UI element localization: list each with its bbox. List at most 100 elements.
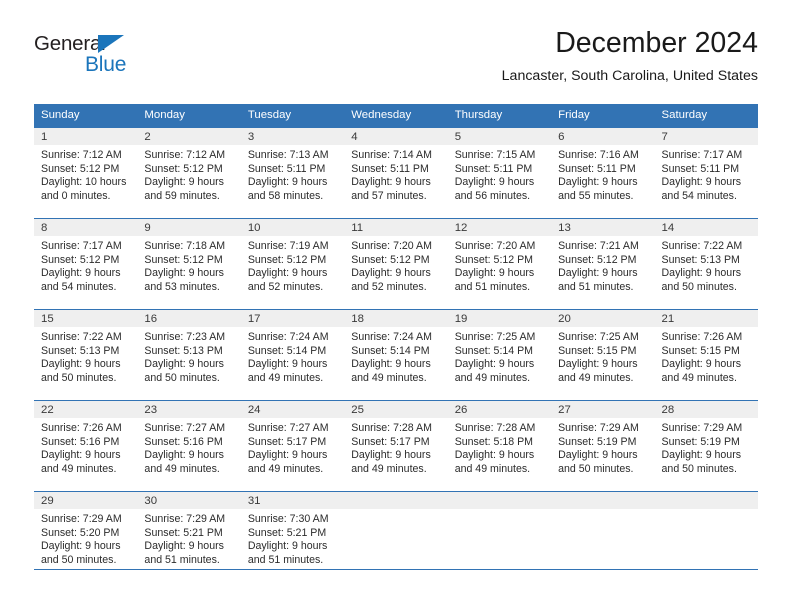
sunset-time: Sunset: 5:11 PM	[351, 162, 429, 175]
day-details: Sunrise: 7:24 AM Sunset: 5:14 PM Daylight:…	[241, 327, 344, 385]
day-details: Sunrise: 7:19 AM Sunset: 5:12 PM Daylight:…	[241, 236, 344, 294]
day-cell-inner: 15 Sunrise: 7:22 AM Sunset: 5:13 PM Dayligh…	[34, 310, 138, 400]
calendar-day-cell[interactable]: 20 Sunrise: 7:25 AM Sunset: 5:15 PM Dayligh…	[551, 309, 655, 401]
calendar-day-cell[interactable]: 25 Sunrise: 7:28 AM Sunset: 5:17 PM Dayligh…	[344, 400, 448, 492]
daylight-duration-line1: Daylight: 9 hours	[144, 176, 224, 189]
day-details: Sunrise: 7:21 AM Sunset: 5:12 PM Daylight:…	[551, 236, 654, 294]
sunrise-time: Sunrise: 7:14 AM	[351, 149, 432, 161]
day-number: 13	[551, 219, 655, 236]
sunset-time: Sunset: 5:17 PM	[351, 435, 430, 448]
calendar-day-cell[interactable]: 15 Sunrise: 7:22 AM Sunset: 5:13 PM Dayligh…	[34, 309, 138, 401]
day-number: 6	[551, 128, 655, 145]
day-details: Sunrise: 7:27 AM Sunset: 5:16 PM Daylight:…	[137, 418, 240, 476]
day-number: 27	[551, 401, 655, 418]
day-number: 28	[654, 401, 758, 418]
calendar-day-cell[interactable]: 12 Sunrise: 7:20 AM Sunset: 5:12 PM Dayligh…	[447, 218, 552, 310]
day-number: 31	[240, 492, 345, 509]
sunrise-time: Sunrise: 7:27 AM	[247, 422, 329, 434]
daylight-duration-line1: Daylight: 9 hours	[41, 267, 121, 280]
daylight-duration-line1: Daylight: 9 hours	[247, 176, 328, 189]
calendar-day-cell[interactable]: 10 Sunrise: 7:19 AM Sunset: 5:12 PM Dayligh…	[240, 218, 345, 310]
daylight-duration-line2: and 50 minutes.	[661, 462, 737, 475]
daylight-duration-line2: and 49 minutes.	[247, 371, 324, 384]
day-number: 5	[447, 128, 552, 145]
sunrise-time: Sunrise: 7:15 AM	[454, 149, 536, 161]
day-details: Sunrise: 7:24 AM Sunset: 5:14 PM Daylight:…	[344, 327, 447, 385]
day-details: Sunrise: 7:12 AM Sunset: 5:12 PM Daylight:…	[34, 145, 137, 203]
calendar-day-cell[interactable]: 11 Sunrise: 7:20 AM Sunset: 5:12 PM Dayligh…	[344, 218, 448, 310]
calendar-day-cell[interactable]: 19 Sunrise: 7:25 AM Sunset: 5:14 PM Dayligh…	[447, 309, 552, 401]
calendar-body: 1 Sunrise: 7:12 AM Sunset: 5:12 PM Daylight…	[34, 127, 758, 582]
calendar-day-cell[interactable]: 17 Sunrise: 7:24 AM Sunset: 5:14 PM Dayligh…	[240, 309, 345, 401]
daylight-duration-line2: and 57 minutes.	[351, 189, 427, 202]
day-cell-inner: 9 Sunrise: 7:18 AM Sunset: 5:12 PM Daylight…	[137, 219, 241, 309]
weekday-header-tuesday: Tuesday	[240, 104, 345, 128]
calendar-day-cell[interactable]: 9 Sunrise: 7:18 AM Sunset: 5:12 PM Daylight…	[137, 218, 241, 310]
calendar-day-cell[interactable]: 5 Sunrise: 7:15 AM Sunset: 5:11 PM Daylight…	[447, 127, 552, 219]
sunset-time: Sunset: 5:12 PM	[144, 162, 223, 175]
day-cell-inner: 5 Sunrise: 7:15 AM Sunset: 5:11 PM Daylight…	[447, 128, 552, 218]
calendar-day-cell[interactable]: 28 Sunrise: 7:29 AM Sunset: 5:19 PM Dayligh…	[654, 400, 758, 492]
logo-text-general: General	[34, 32, 106, 55]
sunset-time: Sunset: 5:13 PM	[41, 344, 120, 357]
daylight-duration-line2: and 51 minutes.	[247, 553, 324, 566]
blue-triangle-icon	[98, 35, 124, 53]
daylight-duration-line1: Daylight: 9 hours	[144, 449, 224, 462]
day-number: 10	[240, 219, 345, 236]
calendar-day-cell[interactable]: 6 Sunrise: 7:16 AM Sunset: 5:11 PM Daylight…	[551, 127, 655, 219]
calendar-day-cell[interactable]: 1 Sunrise: 7:12 AM Sunset: 5:12 PM Daylight…	[34, 127, 138, 219]
calendar-day-cell[interactable]: 8 Sunrise: 7:17 AM Sunset: 5:12 PM Daylight…	[34, 218, 138, 310]
sunrise-time: Sunrise: 7:24 AM	[247, 331, 329, 343]
day-cell-inner: 7 Sunrise: 7:17 AM Sunset: 5:11 PM Daylight…	[654, 128, 758, 218]
calendar-day-cell[interactable]: 3 Sunrise: 7:13 AM Sunset: 5:11 PM Daylight…	[240, 127, 345, 219]
day-number: 14	[654, 219, 758, 236]
daylight-duration-line1: Daylight: 9 hours	[247, 540, 328, 553]
calendar-day-cell[interactable]: 13 Sunrise: 7:21 AM Sunset: 5:12 PM Dayligh…	[551, 218, 655, 310]
daylight-duration-line1: Daylight: 9 hours	[144, 540, 224, 553]
calendar-day-cell[interactable]: 27 Sunrise: 7:29 AM Sunset: 5:19 PM Dayligh…	[551, 400, 655, 492]
sunset-time: Sunset: 5:21 PM	[144, 526, 223, 539]
calendar-day-cell[interactable]: 14 Sunrise: 7:22 AM Sunset: 5:13 PM Dayligh…	[654, 218, 758, 310]
day-details: Sunrise: 7:27 AM Sunset: 5:17 PM Daylight:…	[241, 418, 344, 476]
day-number: 24	[240, 401, 345, 418]
sunset-time: Sunset: 5:13 PM	[144, 344, 223, 357]
daylight-duration-line2: and 52 minutes.	[247, 280, 324, 293]
day-details: Sunrise: 7:22 AM Sunset: 5:13 PM Daylight:…	[34, 327, 137, 385]
day-cell-inner: 20 Sunrise: 7:25 AM Sunset: 5:15 PM Dayligh…	[551, 310, 655, 400]
sunset-time: Sunset: 5:12 PM	[558, 253, 637, 266]
day-details: Sunrise: 7:29 AM Sunset: 5:21 PM Daylight:…	[137, 509, 240, 567]
sunset-time: Sunset: 5:11 PM	[661, 162, 740, 175]
daylight-duration-line1: Daylight: 9 hours	[558, 358, 638, 371]
calendar-day-cell[interactable]: 23 Sunrise: 7:27 AM Sunset: 5:16 PM Dayligh…	[137, 400, 241, 492]
sunrise-time: Sunrise: 7:20 AM	[351, 240, 432, 252]
day-cell-inner: 24 Sunrise: 7:27 AM Sunset: 5:17 PM Dayligh…	[240, 401, 345, 491]
day-number: 12	[447, 219, 552, 236]
daylight-duration-line1: Daylight: 9 hours	[661, 176, 742, 189]
calendar-week-row: 8 Sunrise: 7:17 AM Sunset: 5:12 PM Daylight…	[34, 218, 758, 310]
calendar-day-cell[interactable]: 2 Sunrise: 7:12 AM Sunset: 5:12 PM Daylight…	[137, 127, 241, 219]
calendar-day-cell[interactable]: 22 Sunrise: 7:26 AM Sunset: 5:16 PM Dayligh…	[34, 400, 138, 492]
sunset-time: Sunset: 5:12 PM	[41, 162, 120, 175]
calendar-day-cell[interactable]: 18 Sunrise: 7:24 AM Sunset: 5:14 PM Dayligh…	[344, 309, 448, 401]
general-blue-logo[interactable]: General Blue	[34, 33, 164, 79]
sunrise-time: Sunrise: 7:19 AM	[247, 240, 329, 252]
calendar-day-cell[interactable]: 24 Sunrise: 7:27 AM Sunset: 5:17 PM Dayligh…	[240, 400, 345, 492]
calendar-day-cell[interactable]: 4 Sunrise: 7:14 AM Sunset: 5:11 PM Daylight…	[344, 127, 448, 219]
calendar-day-cell[interactable]: 7 Sunrise: 7:17 AM Sunset: 5:11 PM Daylight…	[654, 127, 758, 219]
calendar-day-cell[interactable]: 21 Sunrise: 7:26 AM Sunset: 5:15 PM Dayligh…	[654, 309, 758, 401]
sunset-time: Sunset: 5:19 PM	[661, 435, 740, 448]
daylight-duration-line1: Daylight: 9 hours	[558, 176, 638, 189]
day-number: 25	[344, 401, 448, 418]
page-header: General Blue December 2024 Lancaster, So…	[0, 0, 792, 84]
day-details: Sunrise: 7:17 AM Sunset: 5:11 PM Daylight:…	[655, 145, 758, 203]
calendar-day-cell[interactable]: 16 Sunrise: 7:23 AM Sunset: 5:13 PM Dayligh…	[137, 309, 241, 401]
day-cell-inner: 10 Sunrise: 7:19 AM Sunset: 5:12 PM Dayligh…	[240, 219, 345, 309]
day-number: 15	[34, 310, 138, 327]
day-details: Sunrise: 7:16 AM Sunset: 5:11 PM Daylight:…	[551, 145, 654, 203]
daylight-duration-line2: and 49 minutes.	[351, 462, 427, 475]
day-details: Sunrise: 7:29 AM Sunset: 5:19 PM Daylight:…	[551, 418, 654, 476]
day-details: Sunrise: 7:20 AM Sunset: 5:12 PM Daylight:…	[344, 236, 447, 294]
sunrise-time: Sunrise: 7:28 AM	[351, 422, 432, 434]
calendar-day-cell[interactable]: 26 Sunrise: 7:28 AM Sunset: 5:18 PM Dayligh…	[447, 400, 552, 492]
sunrise-time: Sunrise: 7:22 AM	[661, 240, 743, 252]
